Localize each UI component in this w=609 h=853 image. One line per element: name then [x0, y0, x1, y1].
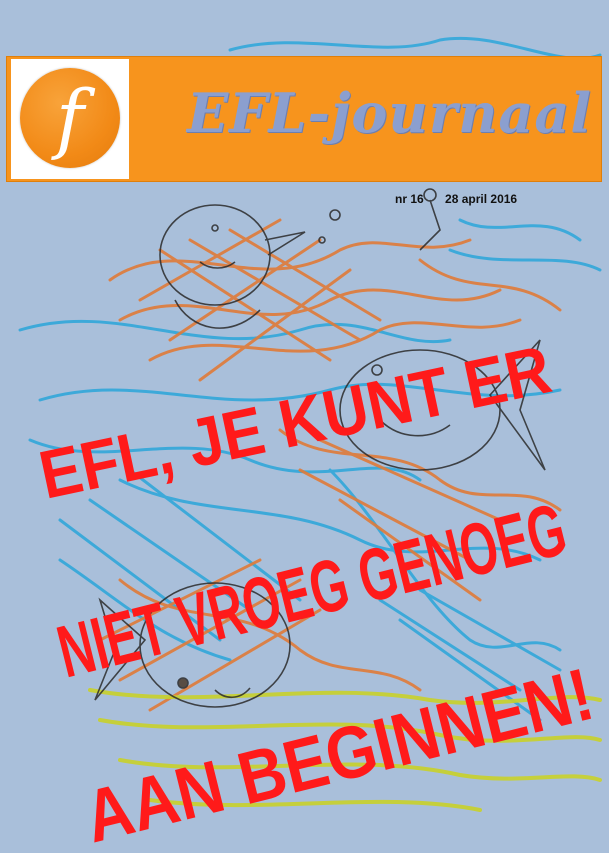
headline-line-2: NIET VROEG GENOEG [50, 487, 575, 693]
headline: EFL, JE KUNT ER NIET VROEG GENOEG AAN BE… [33, 331, 602, 853]
headline-line-3: AAN BEGINNEN! [77, 652, 602, 853]
headline-line-1: EFL, JE KUNT ER [33, 331, 557, 513]
cover-page: f EFL-journaal nr 16 28 april 2016 EFL, … [0, 0, 609, 853]
